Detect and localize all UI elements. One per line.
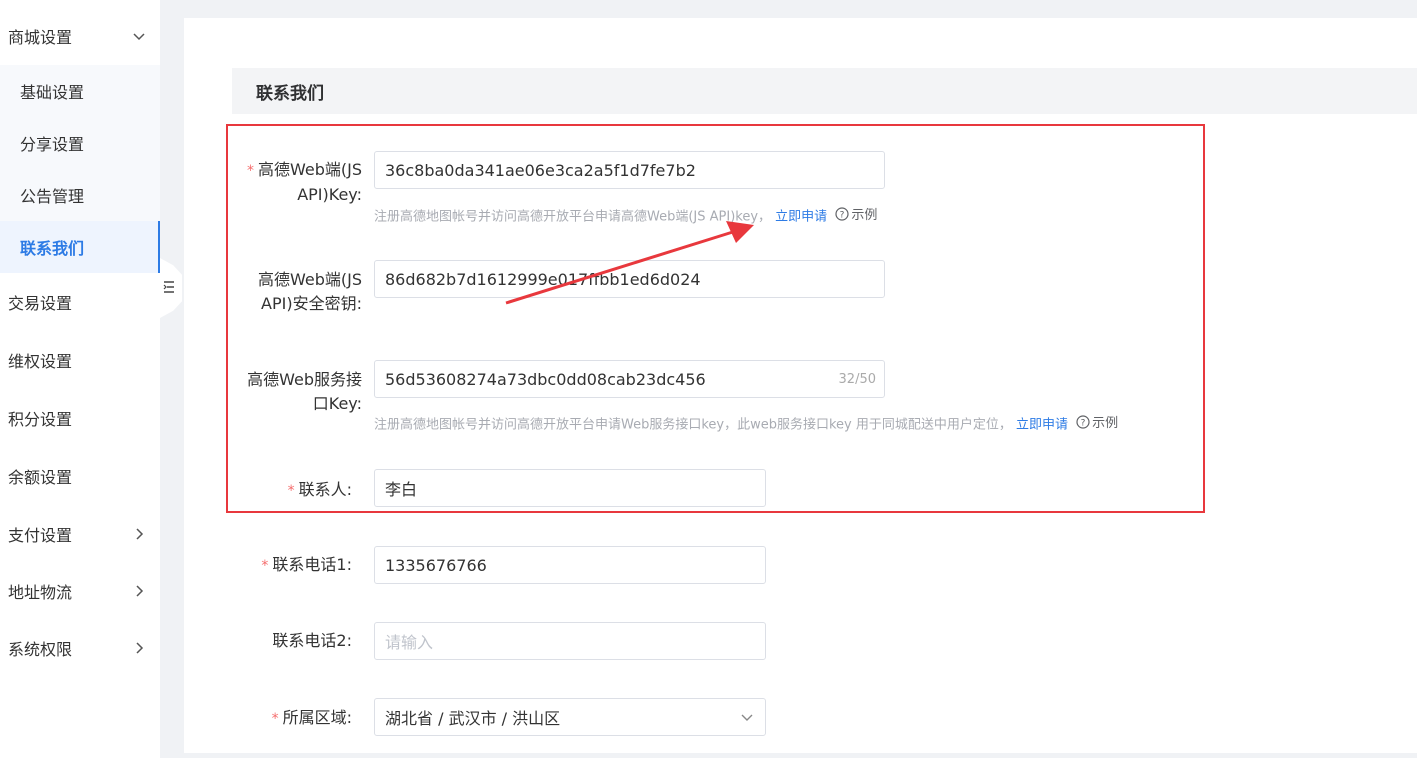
char-counter: 32/50 <box>838 371 876 387</box>
section-title: 联系我们 <box>256 84 324 104</box>
hint-text: 注册高德地图帐号并访问高德开放平台申请高德Web端(JS API)key， <box>374 209 772 225</box>
menu-item-address-logistics[interactable]: 地址物流 <box>0 571 160 611</box>
label-text: 联系电话1: <box>272 555 352 574</box>
menu-label: 商城设置 <box>8 28 73 47</box>
svg-text:?: ? <box>840 210 845 220</box>
sub-item-label: 基础设置 <box>20 83 85 102</box>
chevron-right-icon <box>136 585 144 597</box>
label-text: API)Key: <box>297 185 362 204</box>
sidebar: 商城设置 基础设置 分享设置 公告管理 联系我们 交易设置 维权设置 积分设置 … <box>0 0 160 758</box>
sub-item-share-settings[interactable]: 分享设置 <box>0 117 160 169</box>
required-mark: * <box>261 558 269 574</box>
phone1-input[interactable]: 1335676766 <box>374 546 766 584</box>
chevron-right-icon <box>136 528 144 540</box>
web-js-key-input[interactable]: 36c8ba0da341ae06e3ca2a5f1d7fe7b2 <box>374 151 885 189</box>
web-service-key-input[interactable]: 56d53608274a73dbc0dd08cab23dc456 32/50 <box>374 360 885 398</box>
input-value: 86d682b7d1612999e017ffbb1ed6d024 <box>385 269 701 289</box>
input-placeholder: 请输入 <box>385 633 434 652</box>
sub-item-label: 联系我们 <box>20 239 85 258</box>
input-value: 李白 <box>385 480 418 499</box>
required-mark: * <box>246 163 254 179</box>
example-help[interactable]: ? 示例 <box>1072 412 1118 431</box>
sub-item-basic-settings[interactable]: 基础设置 <box>0 65 160 117</box>
menu-item-rights-settings[interactable]: 维权设置 <box>0 340 160 380</box>
phone1-label: * 联系电话1: <box>232 553 352 578</box>
phone2-input[interactable]: 请输入 <box>374 622 766 660</box>
menu-item-trade-settings[interactable]: 交易设置 <box>0 282 160 322</box>
menu-item-payment-settings[interactable]: 支付设置 <box>0 514 160 554</box>
chevron-right-icon <box>136 642 144 654</box>
menu-label: 维权设置 <box>8 352 73 371</box>
menu-item-points-settings[interactable]: 积分设置 <box>0 398 160 438</box>
input-value: 36c8ba0da341ae06e3ca2a5f1d7fe7b2 <box>385 160 696 180</box>
required-mark: * <box>287 483 295 499</box>
web-js-key-label: * 高德Web端(JS API)Key: <box>232 158 362 207</box>
menu-label: 系统权限 <box>8 640 73 659</box>
example-text: 示例 <box>1092 416 1119 431</box>
menu-label: 交易设置 <box>8 294 73 313</box>
sub-item-announcements[interactable]: 公告管理 <box>0 169 160 221</box>
label-text: 高德Web端(JS <box>257 270 362 289</box>
menu-item-balance-settings[interactable]: 余额设置 <box>0 456 160 496</box>
label-text: 所属区域: <box>282 708 352 727</box>
input-value: 1335676766 <box>385 555 487 575</box>
required-mark: * <box>271 711 279 727</box>
label-text: 高德Web服务接 <box>247 370 362 389</box>
sub-item-label: 分享设置 <box>20 135 85 154</box>
web-js-key-hint: 注册高德地图帐号并访问高德开放平台申请高德Web端(JS API)key， 立即… <box>374 204 877 225</box>
sub-item-label: 公告管理 <box>20 187 85 206</box>
label-text: 口Key: <box>312 394 362 413</box>
example-help[interactable]: ? 示例 <box>831 204 877 223</box>
question-circle-icon: ? <box>1076 414 1090 429</box>
menu-item-system-permissions[interactable]: 系统权限 <box>0 628 160 668</box>
contact-person-label: * 联系人: <box>232 478 352 503</box>
region-label: * 所属区域: <box>232 706 352 731</box>
collapse-menu-icon[interactable] <box>163 280 175 294</box>
label-text: 高德Web端(JS <box>257 160 362 179</box>
web-service-key-hint: 注册高德地图帐号并访问高德开放平台申请Web服务接口key，此web服务接口ke… <box>374 412 1118 433</box>
web-js-secret-input[interactable]: 86d682b7d1612999e017ffbb1ed6d024 <box>374 260 885 298</box>
apply-now-link[interactable]: 立即申请 <box>1016 418 1068 433</box>
chevron-down-icon <box>741 714 753 721</box>
region-select[interactable]: 湖北省 / 武汉市 / 洪山区 <box>374 698 766 736</box>
question-circle-icon: ? <box>835 206 849 221</box>
menu-label: 积分设置 <box>8 410 73 429</box>
menu-label: 余额设置 <box>8 468 73 487</box>
phone2-label: 联系电话2: <box>232 629 352 653</box>
example-text: 示例 <box>851 208 878 223</box>
chevron-down-icon <box>133 33 145 41</box>
hint-text: 注册高德地图帐号并访问高德开放平台申请Web服务接口key，此web服务接口ke… <box>374 417 1012 433</box>
sub-item-contact-us[interactable]: 联系我们 <box>0 221 160 273</box>
contact-person-input[interactable]: 李白 <box>374 469 766 507</box>
label-text: 联系人: <box>298 480 352 499</box>
section-header <box>232 68 1417 114</box>
menu-item-mall-settings[interactable]: 商城设置 <box>0 16 160 56</box>
svg-text:?: ? <box>1081 418 1086 428</box>
apply-now-link[interactable]: 立即申请 <box>775 210 827 225</box>
menu-label: 支付设置 <box>8 526 73 545</box>
menu-label: 地址物流 <box>8 583 73 602</box>
label-text: 联系电话2: <box>272 631 352 650</box>
label-text: API)安全密钥: <box>261 294 362 313</box>
web-service-key-label: 高德Web服务接 口Key: <box>232 368 362 416</box>
web-js-secret-label: 高德Web端(JS API)安全密钥: <box>232 268 362 316</box>
input-value: 56d53608274a73dbc0dd08cab23dc456 <box>385 369 706 389</box>
select-value: 湖北省 / 武汉市 / 洪山区 <box>385 709 561 728</box>
